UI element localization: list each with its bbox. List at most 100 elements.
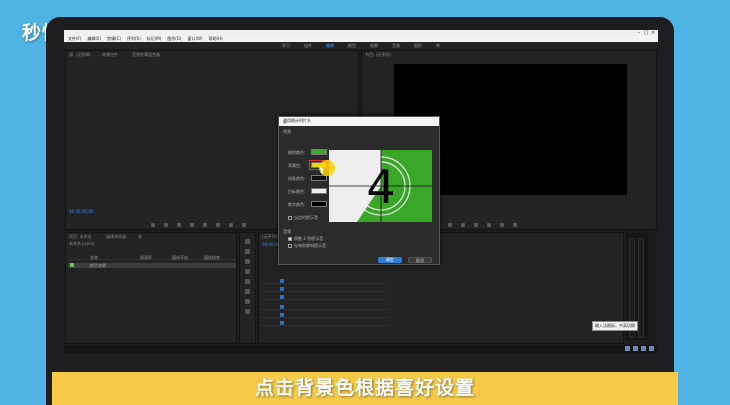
step-forward-icon[interactable] bbox=[203, 223, 207, 227]
network-icon[interactable] bbox=[633, 346, 638, 351]
workspace-tab-audio[interactable]: 音频 bbox=[392, 42, 400, 49]
type-tool-icon[interactable] bbox=[245, 309, 250, 314]
workspace-tab-libraries[interactable]: 库 bbox=[436, 42, 440, 49]
selection-tool-icon[interactable] bbox=[245, 239, 250, 244]
background-color-label: 背景色: bbox=[288, 163, 302, 168]
project-item-name: 颜色遮罩 bbox=[90, 263, 106, 268]
project-item-row[interactable]: 颜色遮罩 bbox=[68, 263, 236, 268]
ripple-edit-tool-icon[interactable] bbox=[245, 259, 250, 264]
lift-icon[interactable] bbox=[487, 223, 491, 227]
ime-icon[interactable] bbox=[625, 346, 630, 351]
clock-icon[interactable] bbox=[649, 346, 654, 351]
extract-icon[interactable] bbox=[500, 223, 504, 227]
ime-tooltip: 输入法图标，中英切换 bbox=[592, 321, 638, 331]
track-v3[interactable] bbox=[260, 278, 388, 284]
ok-button[interactable]: 确定 bbox=[378, 257, 402, 263]
workspace-tab-graphics[interactable]: 图形 bbox=[414, 42, 422, 49]
preview-graphic: 4 bbox=[329, 150, 432, 222]
track-a3[interactable] bbox=[260, 320, 388, 326]
project-file-name: 未命名.prproj bbox=[69, 241, 95, 246]
two-second-beep-checkbox[interactable]: 倒数 2 秒提示音 bbox=[288, 236, 323, 242]
track-v1[interactable] bbox=[260, 294, 388, 300]
track-lock-icon[interactable] bbox=[280, 321, 284, 325]
workspace-tab-learn[interactable]: 学习 bbox=[282, 42, 290, 49]
prog-export-frame-icon[interactable] bbox=[513, 223, 517, 227]
export-frame-icon[interactable] bbox=[242, 223, 246, 227]
checkbox-box[interactable] bbox=[288, 216, 292, 220]
line-color-label: 线条颜色: bbox=[288, 176, 306, 181]
universal-countdown-dialog: 通用倒计时片头 × 视频 擦除颜色: 背景色: 线条颜色: 目标颜色: 数字颜色… bbox=[278, 116, 440, 265]
premiere-window: – □ × 文件(F) 编辑(E) 剪辑(C) 序列(S) 标记(M) 图形(G… bbox=[64, 30, 658, 353]
col-frame-rate[interactable]: 帧速率 bbox=[140, 255, 152, 261]
line-color-swatch[interactable] bbox=[311, 175, 327, 181]
every-second-beep-label: 在每秒都响提示音 bbox=[294, 243, 326, 248]
tab-effect-controls[interactable]: 效果控件 bbox=[102, 52, 118, 58]
workspace-tab-color[interactable]: 颜色 bbox=[348, 42, 356, 49]
track-lock-icon[interactable] bbox=[280, 313, 284, 317]
track-lock-icon[interactable] bbox=[280, 305, 284, 309]
source-transport-controls bbox=[151, 223, 246, 229]
track-lock-icon[interactable] bbox=[280, 279, 284, 283]
workspace-tab-editing[interactable]: 编辑 bbox=[326, 42, 334, 49]
section-audio-label: 音频 bbox=[283, 229, 291, 234]
flash-checkbox[interactable]: 出点时提示音 bbox=[288, 215, 318, 221]
tab-source[interactable]: 源: (无剪辑) bbox=[69, 52, 91, 58]
wipe-color-swatch[interactable] bbox=[311, 149, 327, 155]
workspace-bar: 学习 组件 编辑 颜色 效果 音频 图形 库 bbox=[64, 42, 658, 49]
pen-tool-icon[interactable] bbox=[245, 289, 250, 294]
clip-color-icon bbox=[70, 263, 74, 267]
tab-media-browser[interactable]: 媒体浏览器 bbox=[106, 234, 126, 240]
system-tray bbox=[625, 346, 654, 351]
mark-out-icon[interactable] bbox=[164, 223, 168, 227]
col-media-start[interactable]: 媒体开始 bbox=[172, 255, 188, 261]
play-icon[interactable] bbox=[190, 223, 194, 227]
track-a2[interactable] bbox=[260, 312, 388, 318]
tab-project[interactable]: 项目: 未命名 bbox=[69, 234, 92, 240]
dialog-close-icon[interactable]: × bbox=[283, 118, 436, 127]
step-back-icon[interactable] bbox=[177, 223, 181, 227]
countdown-digit: 4 bbox=[366, 160, 395, 214]
digit-color-label: 数字颜色: bbox=[288, 202, 306, 207]
overwrite-icon[interactable] bbox=[229, 223, 233, 227]
tab-audio-mixer[interactable]: 音频剪辑混合器 bbox=[132, 52, 160, 58]
razor-tool-icon[interactable] bbox=[245, 269, 250, 274]
col-name[interactable]: 名称 bbox=[90, 255, 98, 261]
tools-panel bbox=[239, 232, 256, 344]
tab-libraries[interactable]: 库 bbox=[138, 234, 142, 240]
prog-step-forward-icon[interactable] bbox=[474, 223, 478, 227]
flash-checkbox-label: 出点时提示音 bbox=[294, 215, 318, 220]
volume-icon[interactable] bbox=[641, 346, 646, 351]
tab-program[interactable]: 节目: (无序列) bbox=[365, 52, 391, 58]
wipe-color-label: 擦除颜色: bbox=[288, 150, 306, 155]
insert-icon[interactable] bbox=[216, 223, 220, 227]
hand-tool-icon[interactable] bbox=[245, 299, 250, 304]
track-select-tool-icon[interactable] bbox=[245, 249, 250, 254]
checkbox-box[interactable] bbox=[288, 244, 292, 248]
mark-in-icon[interactable] bbox=[151, 223, 155, 227]
track-lock-icon[interactable] bbox=[280, 295, 284, 299]
col-media-end[interactable]: 媒体结束 bbox=[204, 255, 220, 261]
checkbox-checked[interactable] bbox=[288, 237, 292, 241]
tab-timeline[interactable]: (无序列) bbox=[262, 234, 277, 240]
track-v2[interactable] bbox=[260, 286, 388, 292]
target-color-swatch[interactable] bbox=[311, 188, 327, 194]
every-second-beep-checkbox[interactable]: 在每秒都响提示音 bbox=[288, 243, 326, 249]
project-panel: 项目: 未命名 媒体浏览器 库 未命名.prproj 名称 帧速率 媒体开始 媒… bbox=[65, 232, 237, 344]
workspace-tab-effects[interactable]: 效果 bbox=[370, 42, 378, 49]
cancel-button[interactable]: 取消 bbox=[408, 257, 432, 263]
two-second-beep-label: 倒数 2 秒提示音 bbox=[294, 236, 324, 241]
project-column-headers: 名称 帧速率 媒体开始 媒体结束 bbox=[68, 255, 236, 260]
prog-play-icon[interactable] bbox=[461, 223, 465, 227]
digit-color-swatch[interactable] bbox=[311, 201, 327, 207]
slip-tool-icon[interactable] bbox=[245, 279, 250, 284]
target-color-label: 目标颜色: bbox=[288, 189, 306, 194]
track-lock-icon[interactable] bbox=[280, 287, 284, 291]
prog-step-back-icon[interactable] bbox=[448, 223, 452, 227]
dialog-titlebar: 通用倒计时片头 × bbox=[279, 117, 439, 126]
workspace-tab-assembly[interactable]: 组件 bbox=[304, 42, 312, 49]
track-a1[interactable] bbox=[260, 304, 388, 310]
meter-right-channel bbox=[638, 238, 644, 338]
countdown-preview: 4 bbox=[329, 150, 432, 222]
source-timecode: 00;00;00;00 bbox=[69, 209, 94, 214]
subtitle-text: 点击背景色根据喜好设置 bbox=[254, 377, 475, 399]
